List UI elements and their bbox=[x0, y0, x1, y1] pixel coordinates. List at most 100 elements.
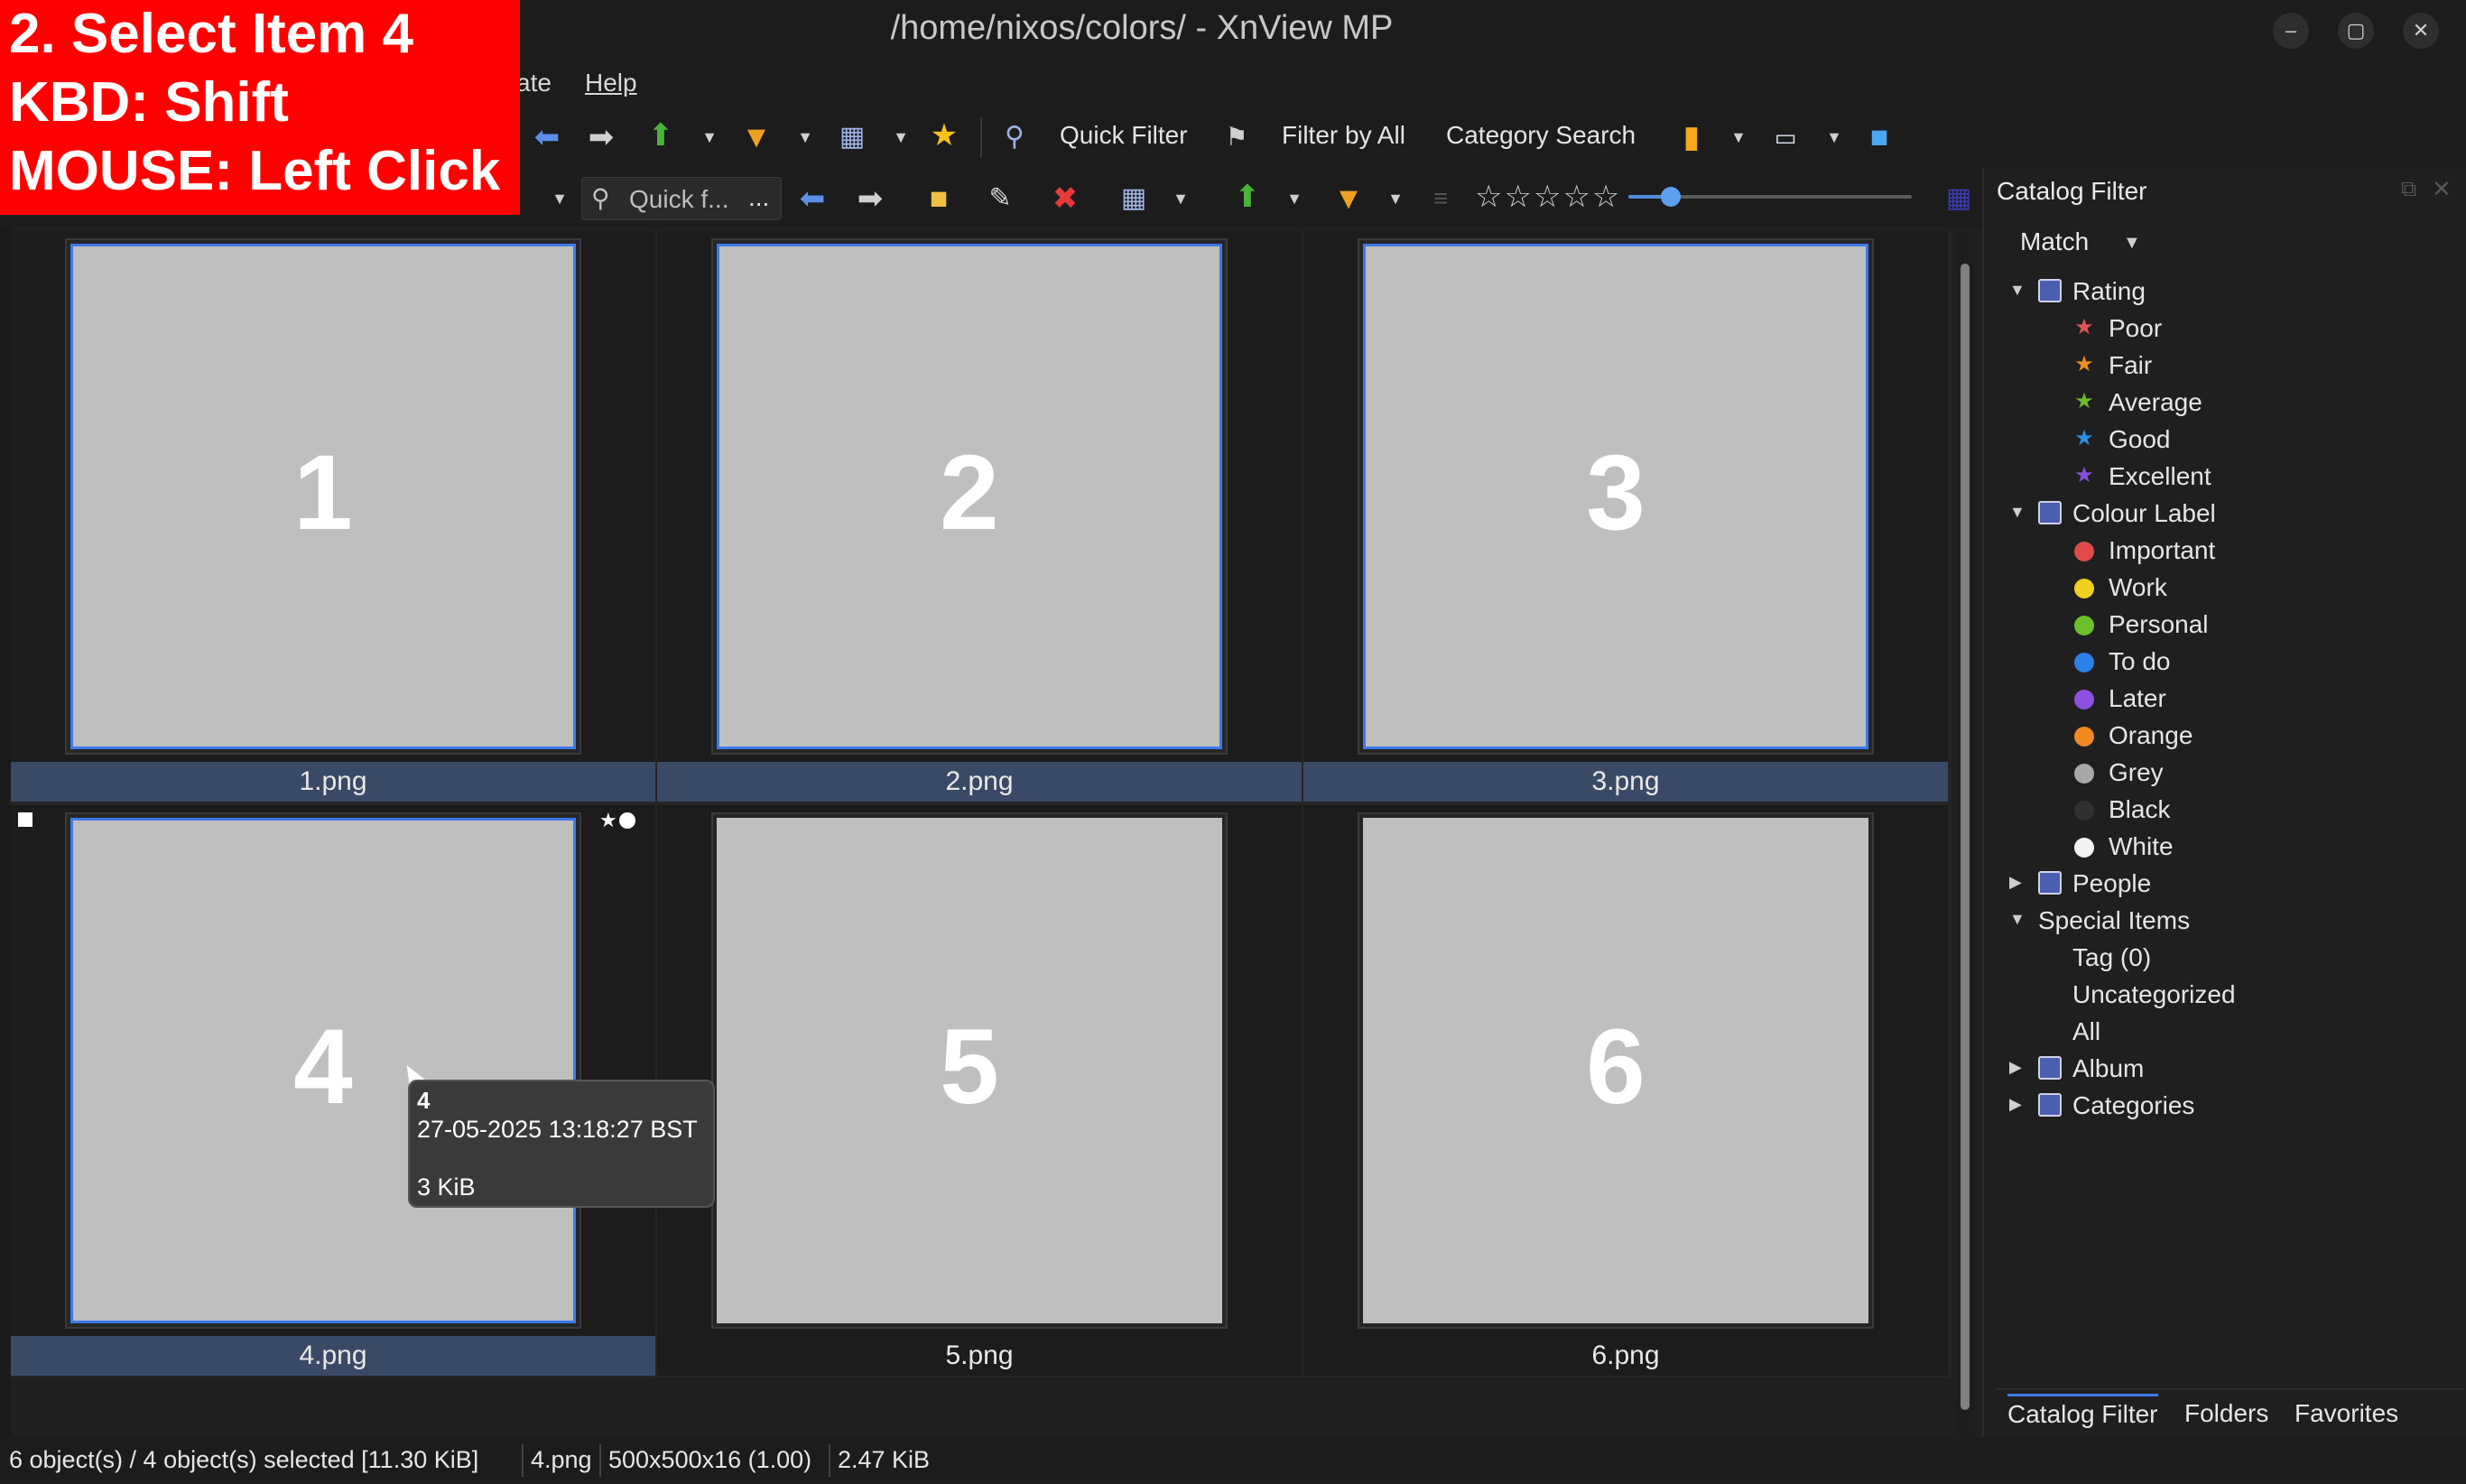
forward-arrow-icon[interactable]: ➡ bbox=[852, 181, 888, 217]
expand-arrow-icon[interactable]: ▶ bbox=[2009, 1058, 2026, 1077]
thumbnail-label[interactable]: 2.png bbox=[657, 762, 1302, 802]
tree-item-rating-excellent[interactable]: ★ Excellent bbox=[2072, 460, 2343, 496]
minimize-button[interactable]: – bbox=[2273, 13, 2309, 49]
tree-item-colour-important[interactable]: Important bbox=[2072, 534, 2343, 570]
tree-item-uncategorized[interactable]: Uncategorized bbox=[2072, 979, 2343, 1015]
tree-item-colour-white[interactable]: White bbox=[2072, 830, 2343, 867]
filter-by-all-button[interactable]: Filter by All bbox=[1282, 121, 1405, 150]
category-search-button[interactable]: Category Search bbox=[1446, 121, 1636, 150]
tree-item-colour-grey[interactable]: Grey bbox=[2072, 756, 2343, 793]
chevron-down-icon[interactable]: ▼ bbox=[551, 190, 569, 208]
chevron-down-icon[interactable]: ▼ bbox=[1386, 190, 1405, 208]
tree-item-rating-good[interactable]: ★ Good bbox=[2072, 423, 2343, 459]
tree-item-rating-fair[interactable]: ★ Fair bbox=[2072, 349, 2343, 385]
thumbnail-scrollbar[interactable] bbox=[1955, 231, 1975, 1437]
thumbnail-image[interactable]: 2 bbox=[717, 244, 1222, 749]
scrollbar-handle[interactable] bbox=[1961, 264, 1970, 1410]
slideshow-icon[interactable]: ▭ bbox=[1767, 119, 1803, 155]
chevron-down-icon[interactable]: ▼ bbox=[892, 128, 910, 146]
chevron-down-icon[interactable]: ▼ bbox=[700, 128, 718, 146]
tab-favorites[interactable]: Favorites bbox=[2294, 1399, 2398, 1428]
filter-by-all-icon[interactable]: ⚑ bbox=[1219, 119, 1255, 155]
view-mode-icon[interactable]: ▦ bbox=[1116, 181, 1152, 217]
tree-item-special-items[interactable]: ▼ Special Items bbox=[2009, 904, 2370, 941]
tree-item-colour-todo[interactable]: To do bbox=[2072, 645, 2343, 682]
undock-icon[interactable]: ⧉ bbox=[2401, 177, 2416, 202]
thumbnail-item[interactable]: 6 6.png bbox=[1303, 805, 1948, 1376]
thumbnail-label[interactable]: 5.png bbox=[657, 1336, 1302, 1376]
expand-arrow-icon[interactable]: ▶ bbox=[2009, 873, 2026, 892]
quick-filter-button[interactable]: Quick Filter bbox=[1060, 121, 1188, 150]
thumbnail-label[interactable]: 1.png bbox=[11, 762, 655, 802]
tree-item-people[interactable]: ▶ People bbox=[2009, 867, 2370, 904]
tab-folders[interactable]: Folders bbox=[2184, 1399, 2268, 1428]
back-arrow-icon[interactable]: ⬅ bbox=[529, 119, 565, 155]
thumbnail-size-slider-handle[interactable] bbox=[1661, 187, 1681, 207]
chevron-down-icon[interactable]: ▼ bbox=[796, 128, 814, 146]
tab-catalog-filter[interactable]: Catalog Filter bbox=[2007, 1394, 2158, 1429]
chevron-down-icon[interactable]: ▼ bbox=[1172, 190, 1190, 208]
delete-icon[interactable]: ✖ bbox=[1047, 181, 1083, 217]
tree-item-categories[interactable]: ▶ Categories bbox=[2009, 1090, 2370, 1126]
expand-arrow-icon[interactable]: ▼ bbox=[2009, 910, 2026, 929]
maximize-button[interactable]: ▢ bbox=[2338, 13, 2374, 49]
thumbnail-label[interactable]: 4.png bbox=[11, 1336, 655, 1376]
thumbnail-image[interactable]: 5 bbox=[717, 818, 1222, 1323]
thumbnail-item[interactable]: 3 3.png bbox=[1303, 231, 1948, 802]
tree-item-colour-work[interactable]: Work bbox=[2072, 571, 2343, 608]
sort-icon[interactable]: ≡ bbox=[1423, 181, 1459, 217]
rename-icon[interactable]: ✎ bbox=[982, 181, 1018, 217]
filter-icon[interactable]: ▼ bbox=[1330, 181, 1367, 217]
tree-item-colour-label[interactable]: ▼ Colour Label bbox=[2009, 497, 2370, 533]
tree-item-colour-later[interactable]: Later bbox=[2072, 682, 2343, 719]
quick-filter-input[interactable]: ⚲ Quick f... ... bbox=[581, 177, 782, 220]
go-up-icon[interactable]: ⬆ bbox=[1229, 179, 1265, 215]
color-label-dot-icon[interactable] bbox=[619, 812, 635, 829]
chevron-down-icon[interactable]: ▼ bbox=[1729, 128, 1748, 146]
favorite-star-icon[interactable]: ★ bbox=[926, 117, 962, 153]
match-dropdown[interactable]: Match bbox=[2020, 227, 2089, 256]
select-checkbox[interactable] bbox=[18, 812, 32, 827]
binoculars-icon[interactable]: ⚲ bbox=[997, 119, 1033, 155]
chevron-down-icon[interactable]: ▼ bbox=[2123, 233, 2141, 254]
menu-help[interactable]: Help bbox=[585, 69, 637, 97]
tree-item-tag[interactable]: Tag (0) bbox=[2072, 941, 2343, 978]
thumbnail-image[interactable]: 1 bbox=[70, 244, 576, 749]
tree-item-all[interactable]: All bbox=[2072, 1016, 2343, 1052]
rating-filter-stars[interactable]: ☆☆☆☆☆ bbox=[1475, 179, 1621, 215]
thumbnail-item[interactable]: 5 5.png bbox=[657, 805, 1302, 1376]
tree-item-colour-orange[interactable]: Orange bbox=[2072, 719, 2343, 756]
tree-item-colour-personal[interactable]: Personal bbox=[2072, 608, 2343, 645]
expand-arrow-icon[interactable]: ▼ bbox=[2009, 281, 2026, 300]
new-folder-icon[interactable]: ■ bbox=[921, 181, 957, 217]
menu-navigate[interactable]: ate bbox=[516, 69, 552, 97]
tree-item-rating[interactable]: ▼ Rating bbox=[2009, 275, 2370, 311]
chevron-down-icon[interactable]: ▼ bbox=[1825, 128, 1843, 146]
back-arrow-icon[interactable]: ⬅ bbox=[794, 181, 830, 217]
folder-icon[interactable]: ■ bbox=[1861, 119, 1897, 155]
thumbnail-label[interactable]: 3.png bbox=[1303, 762, 1948, 802]
chevron-down-icon[interactable]: ▼ bbox=[1285, 190, 1303, 208]
tree-item-rating-poor[interactable]: ★ Poor bbox=[2072, 312, 2343, 348]
quick-filter-more-button[interactable]: ... bbox=[748, 183, 769, 212]
expand-arrow-icon[interactable]: ▶ bbox=[2009, 1095, 2026, 1114]
thumbnail-image[interactable]: 3 bbox=[1363, 244, 1868, 749]
bookmark-icon[interactable]: ▮ bbox=[1673, 119, 1710, 155]
close-button[interactable]: ✕ bbox=[2403, 13, 2439, 49]
thumbnail-item[interactable]: 1 1.png bbox=[11, 231, 655, 802]
expand-arrow-icon[interactable]: ▼ bbox=[2009, 503, 2026, 522]
tree-item-rating-average[interactable]: ★ Average bbox=[2072, 386, 2343, 422]
grid-icon[interactable]: ▦ bbox=[1941, 181, 1977, 217]
thumbnail-label[interactable]: 6.png bbox=[1303, 1336, 1948, 1376]
rating-star-icon[interactable]: ★ bbox=[599, 809, 617, 832]
tree-item-colour-black[interactable]: Black bbox=[2072, 793, 2343, 830]
thumbnail-item[interactable]: 2 2.png bbox=[657, 231, 1302, 802]
tree-item-album[interactable]: ▶ Album bbox=[2009, 1053, 2370, 1089]
filter-icon[interactable]: ▼ bbox=[738, 119, 774, 155]
thumbnail-image[interactable]: 6 bbox=[1363, 818, 1868, 1323]
close-icon[interactable]: ✕ bbox=[2432, 175, 2452, 203]
go-up-icon[interactable]: ⬆ bbox=[643, 117, 679, 153]
forward-arrow-icon[interactable]: ➡ bbox=[583, 119, 619, 155]
thumbnail-image[interactable]: 4 bbox=[70, 818, 576, 1323]
view-mode-icon[interactable]: ▦ bbox=[834, 119, 870, 155]
